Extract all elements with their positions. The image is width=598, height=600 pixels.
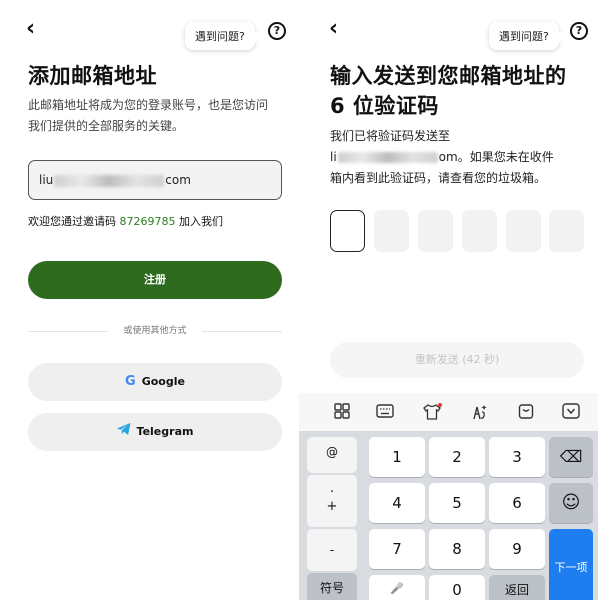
back-icon[interactable]: ‹	[26, 18, 35, 40]
page-description: 此邮箱地址将成为您的登录账号，也是您访问 我们提供的全部服务的关键。	[28, 95, 268, 137]
emoji-icon[interactable]: ☺	[549, 483, 593, 523]
key-2[interactable]: 2	[429, 437, 485, 477]
numeric-keyboard: @ . + - 符号 1 2 3 4 5 6 7 8 9 🎤 0 返回 ⌫ ☺ …	[299, 431, 598, 600]
register-button[interactable]: 注册	[28, 261, 282, 299]
key-7[interactable]: 7	[369, 529, 425, 569]
invite-text-after: 加入我们	[175, 215, 223, 228]
key-dot-plus[interactable]: . +	[307, 475, 357, 527]
key-at[interactable]: @	[307, 437, 357, 473]
redacted-email	[337, 152, 438, 163]
code-digit-box[interactable]	[418, 210, 453, 252]
telegram-label: Telegram	[136, 425, 194, 438]
voice-key[interactable]: 🎤	[369, 575, 425, 600]
key-9[interactable]: 9	[489, 529, 545, 569]
return-key[interactable]: 返回	[489, 575, 545, 600]
email-prefix: li	[330, 150, 337, 164]
key-dot-label: .	[329, 481, 335, 496]
google-label: Google	[141, 375, 185, 388]
title-line: 输入发送到您邮箱地址的	[330, 64, 567, 88]
google-signin-button[interactable]: G Google	[28, 363, 282, 401]
gesture-icon[interactable]	[469, 403, 489, 421]
description-line: 我们提供的全部服务的关键。	[28, 119, 185, 133]
key-plus-label: +	[326, 499, 338, 514]
microphone-icon: 🎤	[390, 582, 404, 595]
key-5[interactable]: 5	[429, 483, 485, 523]
invite-code: 87269785	[119, 215, 176, 228]
key-6[interactable]: 6	[489, 483, 545, 523]
key-1[interactable]: 1	[369, 437, 425, 477]
divider-text: 或使用其他方式	[123, 326, 187, 336]
key-3[interactable]: 3	[489, 437, 545, 477]
resend-button[interactable]: 重新发送 (42 秒)	[330, 342, 584, 378]
symbols-key[interactable]: 符号	[307, 573, 357, 600]
invite-message: 欢迎您通过邀请码 87269785 加入我们	[28, 213, 223, 229]
page-title: 添加邮箱地址	[28, 64, 157, 88]
title-line: 6 位验证码	[330, 94, 439, 118]
invite-text-before: 欢迎您通过邀请码	[28, 215, 120, 228]
email-suffix: om。如果您未在收件	[438, 150, 554, 164]
code-digit-box[interactable]	[374, 210, 409, 252]
key-0[interactable]: 0	[429, 575, 485, 600]
google-icon: G	[125, 374, 136, 389]
next-key[interactable]: 下一项	[549, 529, 593, 600]
verify-code-screen: ‹ 遇到问题? ? 输入发送到您邮箱地址的 6 位验证码 我们已将验证码发送至 …	[299, 0, 598, 600]
description-line: li om。如果您未在收件	[330, 147, 554, 168]
key-minus[interactable]: -	[307, 529, 357, 571]
page-title: 输入发送到您邮箱地址的 6 位验证码	[330, 61, 567, 121]
collapse-keyboard-icon[interactable]	[561, 403, 581, 421]
description-line: 箱内看到此验证码，请查看您的垃圾箱。	[330, 171, 547, 185]
help-icon[interactable]: ?	[268, 22, 286, 40]
back-icon[interactable]: ‹	[329, 18, 338, 40]
code-digit-box[interactable]	[549, 210, 584, 252]
keyboard-icon[interactable]	[375, 403, 395, 421]
grid-icon[interactable]	[332, 403, 352, 421]
help-icon[interactable]: ?	[570, 22, 588, 40]
clipboard-icon[interactable]	[516, 403, 536, 421]
email-suffix: com	[165, 173, 191, 187]
code-digit-box[interactable]	[462, 210, 497, 252]
backspace-icon[interactable]: ⌫	[549, 437, 593, 477]
shirt-icon[interactable]	[422, 403, 442, 421]
email-prefix: liu	[39, 173, 54, 187]
telegram-signin-button[interactable]: Telegram	[28, 413, 282, 451]
code-digit-box[interactable]	[506, 210, 541, 252]
key-4[interactable]: 4	[369, 483, 425, 523]
redacted-email	[54, 174, 165, 187]
description-line: 我们已将验证码发送至	[330, 129, 451, 143]
telegram-icon	[116, 413, 131, 451]
help-tooltip[interactable]: 遇到问题?	[185, 22, 261, 50]
description-line: 此邮箱地址将成为您的登录账号，也是您访问	[28, 98, 269, 112]
code-digit-box[interactable]	[330, 210, 365, 252]
key-8[interactable]: 8	[429, 529, 485, 569]
help-tooltip[interactable]: 遇到问题?	[489, 22, 565, 50]
email-field[interactable]: liu com	[28, 160, 282, 200]
keyboard-toolbar	[299, 393, 598, 431]
divider: 或使用其他方式	[28, 324, 282, 338]
add-email-screen: ‹ 遇到问题? ? 添加邮箱地址 此邮箱地址将成为您的登录账号，也是您访问 我们…	[0, 0, 299, 600]
verification-description: 我们已将验证码发送至 li om。如果您未在收件 箱内看到此验证码，请查看您的垃圾…	[330, 126, 554, 189]
